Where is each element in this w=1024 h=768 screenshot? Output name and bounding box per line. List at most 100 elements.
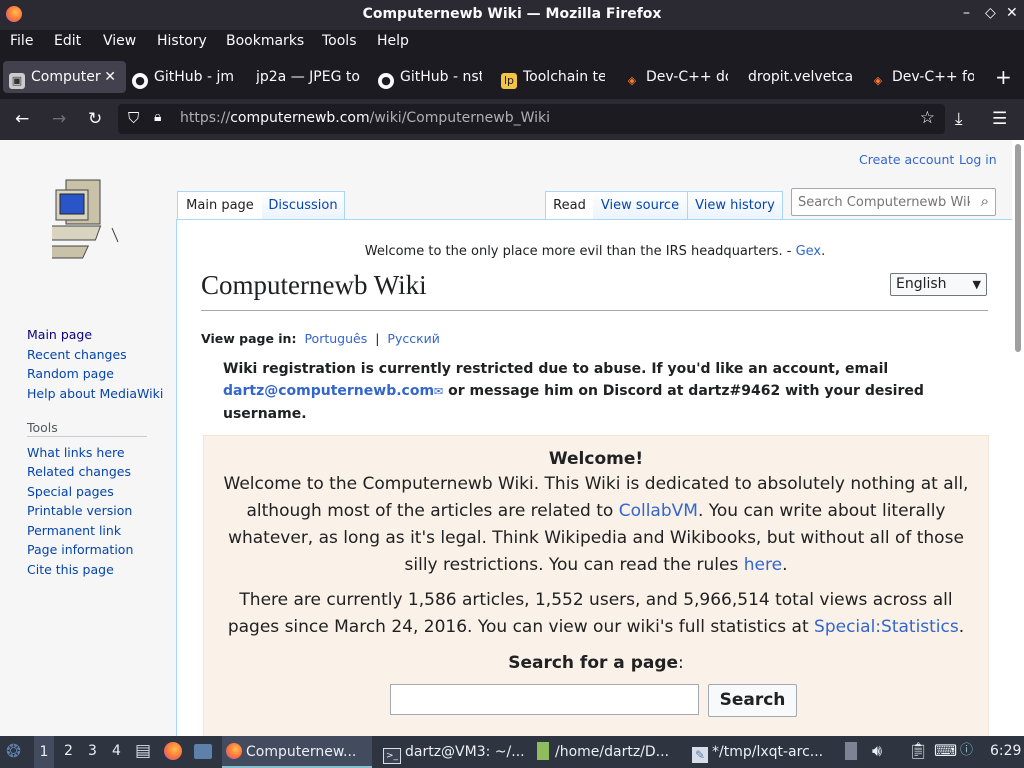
menu-bookmarks[interactable]: Bookmarks — [226, 33, 304, 49]
sidebar-item-special-pages[interactable]: Special pages — [27, 484, 114, 499]
address-bar[interactable]: ⛉ 🔒︎ https://computernewb.com/wiki/Compu… — [118, 104, 945, 134]
menu-view[interactable]: View — [103, 33, 136, 49]
tab-label: jp2a — JPEG to — [256, 69, 360, 85]
page-scrollbar[interactable] — [1012, 140, 1024, 736]
tab-computernewb[interactable]: ▣ Computer ✕ — [3, 61, 126, 93]
keyboard-icon[interactable]: ⌨ — [934, 741, 957, 760]
firefox-icon — [226, 743, 242, 759]
shield-icon[interactable]: ⛉ — [128, 109, 139, 127]
welcome-text: whatever, as long as it's legal. Think W… — [228, 528, 964, 548]
sidebar-item-main-page[interactable]: Main page — [27, 327, 92, 342]
navigation-toolbar: ← → ↻ ⛉ 🔒︎ https://computernewb.com/wiki… — [0, 99, 1024, 141]
reload-icon[interactable]: ↻ — [88, 109, 102, 129]
search-for-page-label: Search for a page: — [508, 653, 684, 673]
create-account-link[interactable]: Create account — [859, 152, 954, 167]
volume-icon[interactable]: 🔊︎ — [872, 741, 882, 761]
computernewb-favicon: ▣ — [9, 73, 25, 89]
close-icon[interactable]: ✕ — [1006, 5, 1018, 21]
login-link[interactable]: Log in — [959, 152, 997, 167]
notification-icon[interactable]: ⓘ — [960, 739, 973, 758]
search-icon[interactable]: ⌕ — [981, 192, 989, 210]
taskbar: ❂ 1 2 3 4 ▤ Computernew... >_ dartz@VM3: … — [0, 736, 1024, 768]
menu-help[interactable]: Help — [377, 33, 409, 49]
back-icon[interactable]: ← — [15, 109, 29, 129]
minimize-icon[interactable]: – — [963, 5, 970, 21]
sidebar-item-related-changes[interactable]: Related changes — [27, 464, 131, 479]
stats-text: pages since March 24, 2016. You can view… — [227, 617, 965, 637]
sidebar-item-permanent-link[interactable]: Permanent link — [27, 523, 121, 538]
tab-label: GitHub - jm — [154, 69, 234, 85]
statistics-link[interactable]: Special:Statistics — [814, 617, 959, 637]
scrollbar-thumb[interactable] — [1015, 144, 1021, 352]
window-title: Computernewb Wiki — Mozilla Firefox — [362, 6, 662, 22]
url-text[interactable]: https://computernewb.com/wiki/Computerne… — [180, 110, 550, 126]
tab-dropit[interactable]: dropit.velvetca — [748, 61, 852, 93]
sidebar-item-printable-version[interactable]: Printable version — [27, 503, 132, 518]
devcpp-icon: ◈ — [873, 74, 883, 87]
wiki-search[interactable]: ⌕ — [791, 188, 996, 216]
desktop-4[interactable]: 4 — [112, 743, 121, 759]
rules-link[interactable]: here — [744, 555, 782, 575]
lang-portuguese-link[interactable]: Português — [304, 331, 367, 346]
wiki-search-input[interactable] — [796, 192, 972, 212]
search-button[interactable]: Search — [708, 684, 797, 717]
app-menu-icon[interactable]: ☰ — [992, 109, 1007, 129]
tab-close-icon[interactable]: ✕ — [104, 61, 116, 93]
language-select[interactable]: English ▼ — [890, 273, 987, 296]
taskbar-app-editor[interactable]: ✎ */tmp/lxqt-arc... — [692, 736, 823, 768]
tab-toolchain[interactable]: lp Toolchain te — [501, 61, 605, 93]
site-logo[interactable] — [35, 178, 124, 262]
battery-icon[interactable] — [845, 742, 857, 760]
clock[interactable]: 6:29 — [990, 743, 1021, 759]
desktop-1[interactable]: 1 — [34, 736, 54, 768]
tab-devcpp-2[interactable]: ◈ Dev-C++ fo — [870, 61, 974, 93]
welcome-title: Welcome! — [548, 449, 644, 469]
page-search-input[interactable] — [390, 684, 699, 715]
tab-view-source[interactable]: View source — [593, 191, 688, 220]
tab-main-page[interactable]: Main page — [177, 191, 263, 220]
download-icon[interactable]: ⤓ — [955, 109, 963, 129]
tab-view-history[interactable]: View history — [688, 191, 783, 220]
file-manager-launcher-icon[interactable]: ▤ — [135, 741, 151, 761]
sidebar-item-page-information[interactable]: Page information — [27, 542, 133, 557]
firefox-launcher-icon[interactable] — [164, 742, 182, 760]
sidebar-item-what-links-here[interactable]: What links here — [27, 445, 125, 460]
menu-history[interactable]: History — [157, 33, 207, 49]
taskbar-app-files[interactable]: /home/dartz/D... — [537, 736, 669, 768]
collabvm-link[interactable]: CollabVM — [619, 501, 698, 521]
tab-discussion[interactable]: Discussion — [262, 191, 345, 220]
clipboard-icon[interactable]: 📋︎ — [908, 741, 928, 760]
sidebar-item-cite-this-page[interactable]: Cite this page — [27, 562, 114, 577]
tab-github-nst[interactable]: ● GitHub - nst — [378, 61, 482, 93]
welcome-text: Welcome to the Computernewb Wiki. This W… — [223, 474, 969, 494]
view-page-in: View page in: Português | Русский — [201, 331, 440, 346]
sidebar-item-recent-changes[interactable]: Recent changes — [27, 347, 127, 362]
taskbar-app-terminal[interactable]: >_ dartz@VM3: ~/... — [383, 736, 525, 768]
menu-tools[interactable]: Tools — [322, 33, 357, 49]
gex-link[interactable]: Gex — [796, 244, 822, 259]
email-link[interactable]: dartz@computernewb.com — [223, 383, 434, 399]
sidebar-item-help[interactable]: Help about MediaWiki — [27, 386, 163, 401]
tab-github-jm[interactable]: ● GitHub - jm — [132, 61, 236, 93]
welcome-text: although most of the articles are relate… — [246, 501, 946, 521]
maximize-icon[interactable]: ◇ — [985, 5, 996, 21]
desktop-2[interactable]: 2 — [64, 743, 73, 759]
external-mail-icon: ✉ — [434, 385, 444, 398]
start-menu-icon[interactable]: ❂ — [6, 741, 21, 762]
show-desktop-icon[interactable] — [194, 744, 212, 759]
desktop-3[interactable]: 3 — [88, 743, 97, 759]
new-tab-button[interactable]: + — [995, 61, 1015, 93]
tab-jp2a[interactable]: jp2a — JPEG to — [256, 61, 360, 93]
taskbar-app-firefox[interactable]: Computernew... — [222, 736, 372, 768]
lock-icon[interactable]: 🔒︎ — [154, 109, 161, 125]
forward-icon[interactable]: → — [52, 109, 66, 129]
welcome-box: Welcome! Welcome to the Computernewb Wik… — [203, 435, 989, 736]
bookmark-star-icon[interactable]: ☆ — [920, 108, 935, 128]
lang-russian-link[interactable]: Русский — [387, 331, 439, 346]
tab-label: GitHub - nst — [400, 69, 482, 85]
tab-devcpp-1[interactable]: ◈ Dev-C++ do — [624, 61, 728, 93]
menu-file[interactable]: File — [10, 33, 33, 49]
tab-read[interactable]: Read — [545, 191, 594, 220]
sidebar-item-random-page[interactable]: Random page — [27, 366, 114, 381]
menu-edit[interactable]: Edit — [54, 33, 81, 49]
